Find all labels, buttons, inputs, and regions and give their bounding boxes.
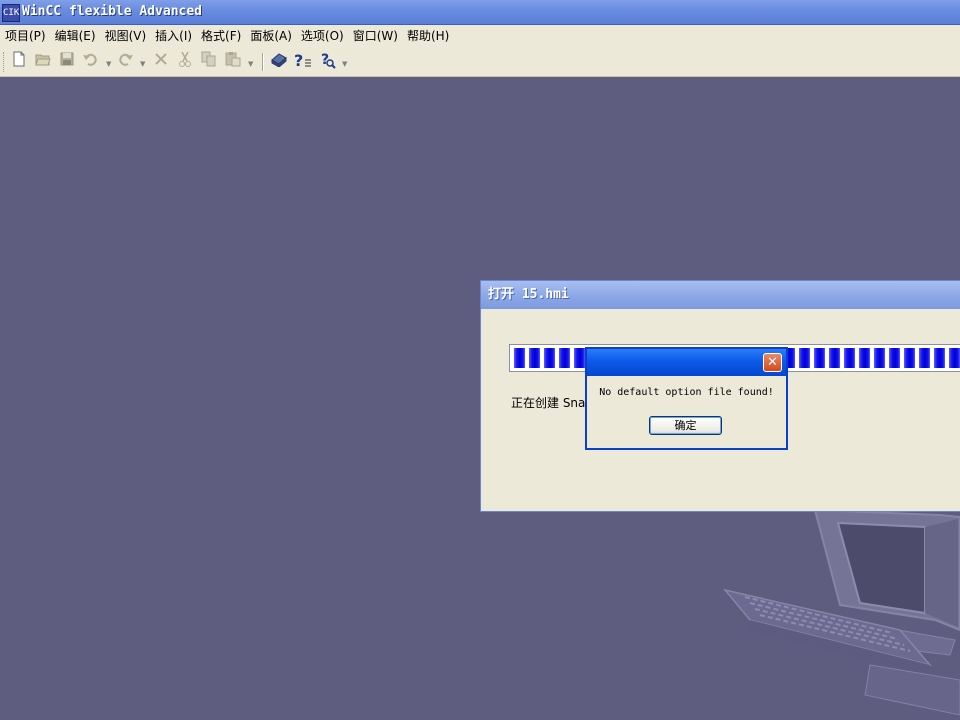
close-icon[interactable]: ✕ xyxy=(763,353,782,372)
status-text: 正在创建 Sna xyxy=(511,396,586,410)
menu-insert[interactable]: 插入(I) xyxy=(150,25,196,47)
menu-faceplate[interactable]: 面板(A) xyxy=(245,25,296,47)
computer-illustration xyxy=(723,508,960,716)
context-help-icon[interactable]: ? xyxy=(318,51,340,73)
alert-title-bar[interactable]: ✕ xyxy=(587,349,786,376)
alert-message: No default option file found! xyxy=(599,387,774,398)
standard-toolbar: ▼ ▼ ▼ ? ? ▼ xyxy=(0,47,960,77)
toolbar-grip[interactable] xyxy=(3,52,7,72)
ok-button[interactable]: 确定 xyxy=(649,416,722,435)
paste-dropdown-icon[interactable]: ▼ xyxy=(248,60,253,68)
menu-view[interactable]: 视图(V) xyxy=(100,25,151,47)
save-icon[interactable] xyxy=(56,51,78,73)
help-icon[interactable]: ? xyxy=(292,51,314,73)
menu-format[interactable]: 格式(F) xyxy=(196,25,245,47)
paste-icon[interactable] xyxy=(222,51,244,73)
copy-icon[interactable] xyxy=(198,51,220,73)
undo-dropdown-icon[interactable]: ▼ xyxy=(106,60,111,68)
redo-icon[interactable] xyxy=(114,51,136,73)
open-dialog-title[interactable]: 打开 15.hmi xyxy=(481,281,960,309)
delete-icon[interactable] xyxy=(150,51,172,73)
menu-project[interactable]: 项目(P) xyxy=(0,25,50,47)
context-help-dropdown-icon[interactable]: ▼ xyxy=(342,60,347,68)
app-title: WinCC flexible Advanced xyxy=(22,4,203,19)
app-icon: CIK xyxy=(2,4,20,22)
redo-dropdown-icon[interactable]: ▼ xyxy=(140,60,145,68)
svg-text:?: ? xyxy=(294,51,303,69)
library-icon[interactable] xyxy=(268,51,290,73)
open-folder-icon[interactable] xyxy=(32,51,54,73)
menu-options[interactable]: 选项(O) xyxy=(296,25,348,47)
new-file-icon[interactable] xyxy=(8,51,30,73)
menu-help[interactable]: 帮助(H) xyxy=(402,25,453,47)
cut-icon[interactable] xyxy=(174,51,196,73)
undo-icon[interactable] xyxy=(80,51,102,73)
toolbar-separator xyxy=(262,53,264,71)
menu-edit[interactable]: 编辑(E) xyxy=(50,25,100,47)
menu-bar: 项目(P) 编辑(E) 视图(V) 插入(I) 格式(F) 面板(A) 选项(O) 窗口(W)… xyxy=(0,25,960,47)
alert-dialog: ✕ No default option file found! 确定 xyxy=(585,347,788,450)
app-title-bar[interactable]: CIK WinCC flexible Advanced xyxy=(0,0,960,25)
menu-window[interactable]: 窗口(W) xyxy=(348,25,402,47)
